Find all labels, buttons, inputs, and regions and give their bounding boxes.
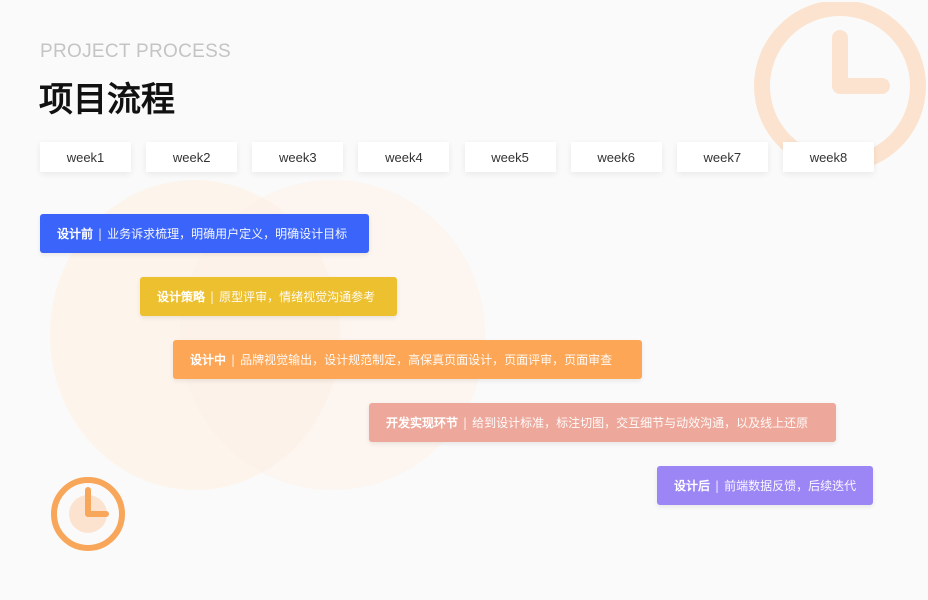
phase-name: 设计策略 (157, 290, 206, 304)
week-label: week7 (676, 142, 768, 172)
phase-bar-development: 开发实现环节 | 给到设计标准，标注切图，交互细节与动效沟通，以及线上还原 (369, 403, 836, 442)
phase-separator: | (231, 352, 236, 367)
phase-bar-design-strategy: 设计策略 | 原型评审，情绪视觉沟通参考 (140, 277, 397, 316)
week-label: week4 (358, 142, 450, 172)
phase-separator: | (463, 415, 468, 430)
phase-description: 原型评审，情绪视觉沟通参考 (219, 290, 376, 304)
phase-separator: | (210, 289, 215, 304)
phase-name: 设计前 (57, 227, 94, 241)
page-subtitle: PROJECT PROCESS (40, 41, 232, 62)
phase-name: 设计中 (190, 353, 227, 367)
phase-separator: | (715, 478, 720, 493)
week-label: week5 (464, 142, 556, 172)
week-timeline: week1 week2 week3 week4 week5 week6 week… (40, 142, 874, 172)
phase-description: 业务诉求梳理，明确用户定义，明确设计目标 (107, 227, 348, 241)
week-label: week1 (40, 142, 131, 172)
phase-separator: | (98, 226, 103, 241)
phase-bar-after-design: 设计后 | 前端数据反馈，后续迭代 (657, 466, 873, 505)
phase-bar-in-design: 设计中 | 品牌视觉输出，设计规范制定，高保真页面设计，页面评审，页面审查 (173, 340, 642, 379)
phase-description: 前端数据反馈，后续迭代 (724, 479, 857, 493)
week-label: week8 (782, 142, 874, 172)
phase-description: 给到设计标准，标注切图，交互细节与动效沟通，以及线上还原 (472, 416, 809, 430)
week-label: week6 (570, 142, 662, 172)
phase-description: 品牌视觉输出，设计规范制定，高保真页面设计，页面评审，页面审查 (240, 353, 613, 367)
phase-name: 开发实现环节 (386, 416, 459, 430)
phase-bar-before-design: 设计前 | 业务诉求梳理，明确用户定义，明确设计目标 (40, 214, 369, 253)
week-label: week2 (146, 142, 238, 172)
page-title: 项目流程 (39, 80, 175, 120)
phase-name: 设计后 (674, 479, 711, 493)
clock-icon (51, 477, 125, 551)
week-label: week3 (252, 142, 344, 172)
